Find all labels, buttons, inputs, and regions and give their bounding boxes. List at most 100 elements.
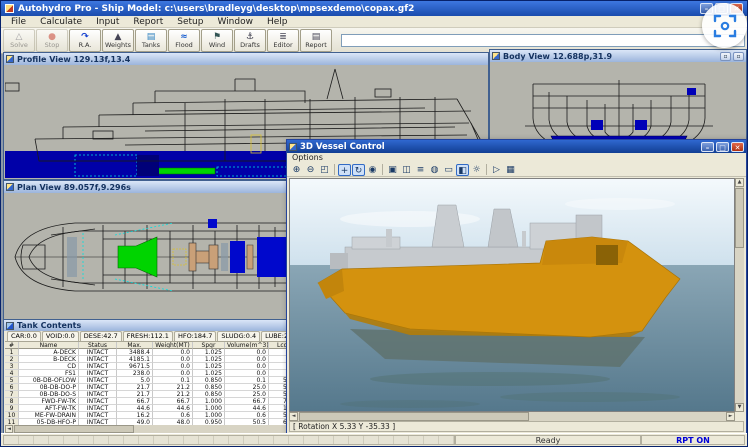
zoom-in-icon[interactable]: ⊕ [290, 164, 303, 176]
menu-item-report[interactable]: Report [126, 16, 170, 27]
tank-cell-r5-c0[interactable]: 5 [5, 377, 19, 384]
body-view-maximize-button[interactable]: ▫ [733, 52, 744, 61]
tank-cell-r9-c0[interactable]: 9 [5, 405, 19, 412]
menu-item-calculate[interactable]: Calculate [33, 16, 89, 27]
flood-button[interactable]: ≈Flood [168, 29, 200, 52]
zoom-out-icon[interactable]: ⊖ [304, 164, 317, 176]
tank-cell-r8-c0[interactable]: 8 [5, 398, 19, 405]
orbit-icon[interactable]: ◉ [366, 164, 379, 176]
tank-cell-r7-c5[interactable]: 0.850 [193, 391, 225, 398]
tank-cell-r7-c0[interactable]: 7 [5, 391, 19, 398]
tank-cell-r2-c6[interactable]: 0.0 [225, 356, 269, 363]
tank-cell-r9-c2[interactable]: INTACT [79, 405, 117, 412]
tank-cell-r2-c5[interactable]: 1.025 [193, 356, 225, 363]
tank-cell-r6-c6[interactable]: 25.0 [225, 384, 269, 391]
tank-cell-r3-c5[interactable]: 1.025 [193, 363, 225, 370]
tank-cell-r9-c3[interactable]: 44.6 [117, 405, 153, 412]
viewport-icon[interactable]: ▭ [442, 164, 455, 176]
menu-item-help[interactable]: Help [260, 16, 295, 27]
tank-tab-3[interactable]: FRESH:112.1 [123, 331, 173, 341]
wind-button[interactable]: ⚑Wind [201, 29, 233, 52]
pointer-icon[interactable]: ▷ [490, 164, 503, 176]
vessel-3d-viewport[interactable] [289, 178, 735, 412]
tank-cell-r5-c2[interactable]: INTACT [79, 377, 117, 384]
scroll-right-icon[interactable]: ► [726, 412, 735, 421]
tank-cell-r2-c1[interactable]: B-DECK [19, 356, 79, 363]
tank-cell-r9-c4[interactable]: 44.6 [153, 405, 193, 412]
tank-cell-r7-c6[interactable]: 25.0 [225, 391, 269, 398]
tank-cell-r5-c6[interactable]: 0.1 [225, 377, 269, 384]
vessel-3d-hscroll-thumb[interactable] [299, 412, 529, 421]
tank-cell-r8-c3[interactable]: 66.7 [117, 398, 153, 405]
tank-hscroll-thumb[interactable] [14, 425, 134, 433]
snapshot-icon[interactable]: ◫ [400, 164, 413, 176]
tank-cell-r1-c4[interactable]: 0.0 [153, 349, 193, 356]
tank-cell-r4-c4[interactable]: 0.0 [153, 370, 193, 377]
tank-cell-r3-c2[interactable]: INTACT [79, 363, 117, 370]
tank-cell-r3-c3[interactable]: 9671.5 [117, 363, 153, 370]
tank-tab-0[interactable]: CAR:0.0 [7, 331, 41, 341]
tank-cell-r10-c0[interactable]: 10 [5, 412, 19, 419]
tank-cell-r6-c5[interactable]: 0.850 [193, 384, 225, 391]
drafts-button[interactable]: ⚓Drafts [234, 29, 266, 52]
tank-cell-r6-c3[interactable]: 21.7 [117, 384, 153, 391]
tank-cell-r3-c6[interactable]: 0.0 [225, 363, 269, 370]
report-button[interactable]: ▤Report [300, 29, 332, 52]
tank-col-header-2[interactable]: Status [79, 342, 117, 349]
tank-col-header-0[interactable]: # [5, 342, 19, 349]
tank-tab-2[interactable]: DESE:42.7 [80, 331, 122, 341]
profile-view-titlebar[interactable]: Profile View 129.13f,13.4 [4, 53, 488, 65]
plan-view-titlebar[interactable]: Plan View 89.057f,9.296s [4, 181, 290, 193]
vessel-3d-titlebar[interactable]: 3D Vessel Control – □ ✕ [287, 140, 746, 153]
tank-cell-r3-c4[interactable]: 0.0 [153, 363, 193, 370]
tank-col-header-3[interactable]: Max. [117, 342, 153, 349]
tank-cell-r10-c6[interactable]: 0.6 [225, 412, 269, 419]
globe-icon[interactable]: ◍ [428, 164, 441, 176]
tank-col-header-6[interactable]: Volume(m^3) [225, 342, 269, 349]
water-icon[interactable]: ▦ [504, 164, 517, 176]
scroll-left-icon[interactable]: ◄ [289, 412, 298, 421]
tank-cell-r5-c4[interactable]: 0.1 [153, 377, 193, 384]
lights-icon[interactable]: ☼ [470, 164, 483, 176]
tank-cell-r1-c3[interactable]: 3488.4 [117, 349, 153, 356]
tank-cell-r9-c5[interactable]: 1.000 [193, 405, 225, 412]
tank-cell-r7-c2[interactable]: INTACT [79, 391, 117, 398]
screen-capture-overlay-button[interactable] [702, 3, 747, 48]
plan-view-drawing[interactable] [5, 193, 289, 319]
tank-tab-1[interactable]: VOID:0.0 [42, 331, 79, 341]
tank-cell-r5-c5[interactable]: 0.850 [193, 377, 225, 384]
tank-cell-r4-c1[interactable]: FS1 [19, 370, 79, 377]
tank-cell-r2-c2[interactable]: INTACT [79, 356, 117, 363]
vessel-3d-close-button[interactable]: ✕ [731, 142, 744, 152]
tank-cell-r3-c0[interactable]: 3 [5, 363, 19, 370]
tank-cell-r4-c6[interactable]: 0.0 [225, 370, 269, 377]
menu-item-window[interactable]: Window [210, 16, 260, 27]
tank-cell-r2-c4[interactable]: 0.0 [153, 356, 193, 363]
editor-button[interactable]: ≣Editor [267, 29, 299, 52]
menu-item-file[interactable]: File [4, 16, 33, 27]
ra-button[interactable]: ↷R.A. [69, 29, 101, 52]
body-view-titlebar[interactable]: Body View 12.688p,31.9 ▫ ▫ [490, 50, 746, 62]
tank-cell-r10-c1[interactable]: ME-FW-DRAIN [19, 412, 79, 419]
tank-cell-r6-c4[interactable]: 21.2 [153, 384, 193, 391]
tank-cell-r10-c4[interactable]: 0.6 [153, 412, 193, 419]
solve-button[interactable]: △Solve [3, 29, 35, 52]
tank-cell-r1-c1[interactable]: A-DECK [19, 349, 79, 356]
render-icon[interactable]: ◧ [456, 164, 469, 176]
tank-cell-r9-c6[interactable]: 44.6 [225, 405, 269, 412]
tank-cell-r2-c0[interactable]: 2 [5, 356, 19, 363]
tank-cell-r8-c6[interactable]: 66.7 [225, 398, 269, 405]
menu-item-input[interactable]: Input [89, 16, 126, 27]
tank-cell-r4-c2[interactable]: INTACT [79, 370, 117, 377]
tank-cell-r7-c3[interactable]: 21.7 [117, 391, 153, 398]
tank-cell-r9-c1[interactable]: AFT-FW-TK [19, 405, 79, 412]
layers-icon[interactable]: ≡ [414, 164, 427, 176]
tank-cell-r8-c5[interactable]: 1.000 [193, 398, 225, 405]
body-view-restore-button[interactable]: ▫ [720, 52, 731, 61]
tank-cell-r1-c6[interactable]: 0.0 [225, 349, 269, 356]
tank-cell-r10-c5[interactable]: 1.000 [193, 412, 225, 419]
tanks-button[interactable]: ▤Tanks [135, 29, 167, 52]
tank-cell-r4-c3[interactable]: 238.0 [117, 370, 153, 377]
tank-cell-r7-c1[interactable]: 0B-DB-DO-S [19, 391, 79, 398]
tank-cell-r7-c4[interactable]: 21.2 [153, 391, 193, 398]
